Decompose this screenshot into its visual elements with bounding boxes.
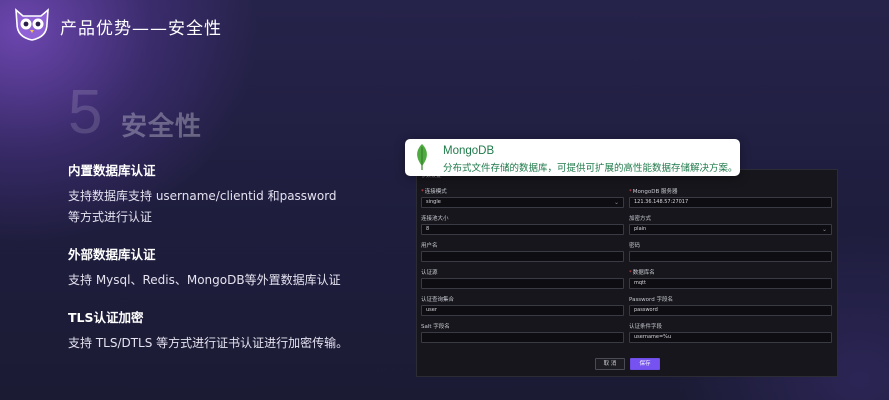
password-field: 密码 [629, 242, 832, 262]
database-input[interactable]: mqtt [629, 278, 832, 289]
field-label: 用户名 [421, 243, 438, 249]
auth-source-input[interactable] [421, 278, 624, 289]
password-field-name-field: Password 字段名 password [629, 296, 832, 316]
chevron-down-icon: ⌄ [613, 199, 619, 206]
auth-condition-field: 认证条件字段 username=%u [629, 323, 832, 343]
required-mark: * [629, 270, 632, 276]
select-value: single [426, 199, 441, 205]
username-input[interactable] [421, 251, 624, 262]
mongodb-config-panel: 参数设置 *连接模式 single ⌄ *MongoDB 服务器 121.36.1… [416, 169, 838, 377]
field-label: Salt 字段名 [421, 324, 450, 330]
auth-condition-input[interactable]: username=%u [629, 332, 832, 343]
server-input[interactable]: 121.36.148.57:27017 [629, 197, 832, 208]
hash-method-select[interactable]: plain ⌄ [629, 224, 832, 235]
feature-tls: TLS认证加密 支持 TLS/DTLS 等方式进行证书认证进行加密传输。 [68, 307, 368, 354]
database-field: *数据库名 mqtt [629, 269, 832, 289]
field-label: 认证条件字段 [629, 324, 663, 330]
server-field: *MongoDB 服务器 121.36.148.57:27017 [629, 188, 832, 208]
select-value: plain [634, 226, 647, 232]
salt-field: Salt 字段名 [421, 323, 624, 343]
cancel-button[interactable]: 取 消 [595, 358, 625, 370]
pool-size-field: 连接池大小 8 [421, 215, 624, 235]
password-input[interactable] [629, 251, 832, 262]
auth-collection-field: 认证查询集合 user [421, 296, 624, 316]
feature-line: 等方式进行认证 [68, 210, 153, 224]
field-label: 连接池大小 [421, 216, 449, 222]
username-field: 用户名 [421, 242, 624, 262]
field-label: 密码 [629, 243, 641, 249]
feature-title: TLS认证加密 [68, 310, 144, 325]
chevron-down-icon: ⌄ [821, 226, 827, 233]
salt-field-input[interactable] [421, 332, 624, 343]
feature-title: 外部数据库认证 [68, 247, 156, 262]
field-label: Password 字段名 [629, 297, 673, 303]
field-label: MongoDB 服务器 [632, 189, 678, 195]
feature-external-auth: 外部数据库认证 支持 Mysql、Redis、MongoDB等外置数据库认证 [68, 244, 368, 291]
auth-source-field: 认证源 [421, 269, 624, 289]
feature-line: 支持数据库支持 username/clientid 和password [68, 189, 337, 203]
required-mark: * [629, 189, 632, 195]
section-title: 安全性 [121, 112, 203, 142]
field-label: 认证源 [421, 270, 438, 276]
field-label: 加密方式 [629, 216, 652, 222]
feature-line: 支持 TLS/DTLS 等方式进行证书认证进行加密传输。 [68, 336, 349, 350]
feature-title: 内置数据库认证 [68, 163, 156, 178]
feature-line: 支持 Mysql、Redis、MongoDB等外置数据库认证 [68, 273, 341, 287]
callout-description: 分布式文件存储的数据库，可提供可扩展的高性能数据存储解决方案。 [443, 163, 738, 174]
connect-mode-field: *连接模式 single ⌄ [421, 188, 624, 208]
field-label: 认证查询集合 [421, 297, 455, 303]
feature-builtin-auth: 内置数据库认证 支持数据库支持 username/clientid 和passw… [68, 160, 368, 228]
connect-mode-select[interactable]: single ⌄ [421, 197, 624, 208]
password-field-name-input[interactable]: password [629, 305, 832, 316]
hash-method-field: 加密方式 plain ⌄ [629, 215, 832, 235]
mongodb-leaf-icon [417, 144, 427, 170]
callout-title: MongoDB [443, 145, 495, 157]
field-label: 数据库名 [632, 270, 655, 276]
field-label: 连接模式 [424, 189, 447, 195]
page-title: 产品优势——安全性 [60, 19, 222, 39]
auth-collection-input[interactable]: user [421, 305, 624, 316]
mongodb-callout: MongoDB 分布式文件存储的数据库，可提供可扩展的高性能数据存储解决方案。 [405, 139, 740, 176]
pool-size-input[interactable]: 8 [421, 224, 624, 235]
required-mark: * [421, 189, 424, 195]
save-button[interactable]: 保存 [630, 358, 660, 370]
owl-logo-icon [15, 8, 49, 41]
section-number: 5 [68, 78, 103, 147]
